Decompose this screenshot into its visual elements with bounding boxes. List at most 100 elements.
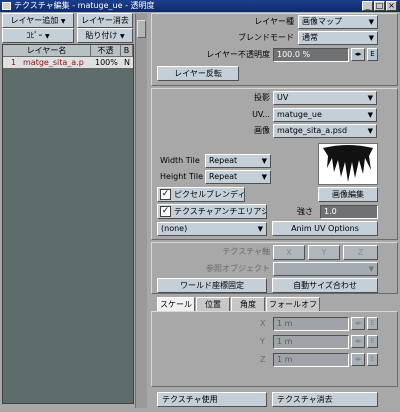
layer-opacity: 100%	[95, 58, 118, 67]
auto-size-button[interactable]: 自動サイズ合わせ	[272, 278, 378, 293]
uv-value: matuge_ue	[277, 110, 322, 119]
texture-antialiasing-label: テクスチャアンチエリアシング	[174, 207, 266, 216]
dropdown-arrow-icon: ▼	[257, 225, 263, 233]
column-header-blend[interactable]: B	[121, 45, 133, 56]
scale-y-field[interactable]: 1 m	[273, 335, 349, 349]
minimize-button[interactable]: _	[362, 1, 373, 11]
blend-mode-label: ブレンドモード	[238, 33, 294, 42]
height-tile-label: Height Tile	[160, 172, 203, 181]
app-icon	[2, 2, 11, 10]
strength-label: 強さ	[297, 207, 313, 216]
height-tile-value: Repeat	[209, 172, 238, 181]
envelope-arrows-icon[interactable]: ◂▸	[351, 48, 365, 61]
texture-antialiasing-toggle[interactable]: テクスチャアンチエリアシング	[157, 204, 267, 219]
layer-type-select[interactable]: 画像マップ ▼	[298, 15, 378, 29]
dropdown-arrow-icon: ▼	[368, 34, 374, 42]
copy-button[interactable]: ｺﾋﾟｰ ▼	[2, 28, 74, 43]
uv-label: UV...	[252, 110, 270, 119]
layer-row[interactable]: 1 matge_sita_a.p 100% N	[3, 57, 133, 68]
maximize-button[interactable]: □	[374, 1, 385, 11]
envelope-arrows-icon[interactable]: ◂▸	[351, 317, 365, 330]
tab-rotation[interactable]: 角度	[231, 297, 265, 311]
paste-label: 貼り付け	[85, 31, 118, 40]
projection-select[interactable]: UV ▼	[273, 91, 377, 105]
height-tile-select[interactable]: Repeat ▼	[205, 170, 271, 184]
scale-z-field[interactable]: 1 m	[273, 353, 349, 367]
panel-splitter-scrollbar[interactable]	[135, 14, 147, 408]
scale-y-label: Y	[260, 337, 265, 346]
delete-texture-button[interactable]: テクスチャ消去	[272, 392, 378, 407]
paste-button[interactable]: 貼り付け ▼	[77, 28, 133, 43]
dropdown-arrow-icon: ▼	[368, 265, 374, 273]
envelope-button[interactable]: E	[367, 335, 378, 348]
layer-name: matge_sita_a.p	[23, 58, 84, 67]
layer-list[interactable]: レイヤー名 不透 B 1 matge_sita_a.p 100% N	[2, 44, 134, 404]
scale-x-field[interactable]: 1 m	[273, 317, 349, 331]
layer-blend: N	[124, 58, 130, 67]
delete-layer-button[interactable]: レイヤー消去	[77, 13, 133, 28]
anim-uv-options-button[interactable]: Anim UV Options	[272, 221, 378, 236]
layer-opacity-field[interactable]: 100.0 %	[273, 48, 349, 62]
reference-object-select[interactable]: ▼	[273, 262, 378, 276]
dropdown-arrow-icon: ▼	[44, 33, 50, 40]
none-value: (none)	[161, 224, 188, 233]
eyelash-image-thumbnail	[323, 145, 373, 182]
texture-axis-label: テクスチャ軸	[222, 247, 270, 256]
axis-y-button[interactable]: Y	[308, 245, 340, 260]
world-coordinates-button[interactable]: ワールド座標固定	[157, 278, 267, 293]
use-texture-button[interactable]: テクスチャ使用	[157, 392, 267, 407]
scale-x-label: X	[260, 319, 266, 328]
tab-scale[interactable]: スケール	[157, 297, 195, 311]
edit-image-button[interactable]: 画像編集	[318, 187, 378, 202]
envelope-button[interactable]: E	[367, 48, 378, 61]
envelope-button[interactable]: E	[367, 317, 378, 330]
dropdown-arrow-icon: ▼	[367, 94, 373, 102]
axis-x-button[interactable]: X	[273, 245, 305, 260]
envelope-button[interactable]: E	[367, 353, 378, 366]
image-label: 画像	[254, 126, 270, 135]
image-preview	[318, 143, 378, 185]
layer-type-value: 画像マップ	[302, 17, 342, 26]
envelope-arrows-icon[interactable]: ◂▸	[351, 335, 365, 348]
add-layer-label: レイヤー追加	[10, 16, 59, 25]
layer-type-label: レイヤー種	[254, 17, 294, 26]
dropdown-arrow-icon: ▼	[119, 33, 125, 40]
uv-select[interactable]: matuge_ue ▼	[273, 108, 377, 122]
reference-object-label: 参照オブジェクト	[206, 264, 270, 273]
dropdown-arrow-icon: ▼	[261, 173, 267, 181]
texture-editor-window: テクスチャ編集 - matuge_ue - 透明度 _ □ × レイヤー追加 ▼…	[0, 0, 400, 412]
width-tile-label: Width Tile	[160, 156, 200, 165]
window-title: テクスチャ編集 - matuge_ue - 透明度	[14, 1, 155, 10]
title-bar[interactable]: テクスチャ編集 - matuge_ue - 透明度	[0, 0, 400, 12]
projection-label: 投影	[254, 93, 270, 102]
scrollbar-thumb[interactable]	[137, 20, 146, 38]
tab-position[interactable]: 位置	[196, 297, 230, 311]
layer-number: 1	[11, 58, 17, 67]
dropdown-arrow-icon: ▼	[367, 127, 373, 135]
scale-z-label: Z	[260, 355, 266, 364]
blend-mode-select[interactable]: 通常 ▼	[298, 31, 378, 45]
pixel-blending-label: ピクセルブレンディング	[174, 190, 245, 199]
pixel-blending-checkbox[interactable]: ✓	[160, 189, 171, 200]
width-tile-value: Repeat	[209, 156, 238, 165]
texture-antialiasing-checkbox[interactable]: ✓	[160, 206, 171, 217]
image-value: matge_sita_a.psd	[277, 126, 348, 135]
projection-value: UV	[277, 93, 289, 102]
axis-z-button[interactable]: Z	[343, 245, 378, 260]
dropdown-arrow-icon: ▼	[60, 18, 66, 25]
dropdown-arrow-icon: ▼	[367, 111, 373, 119]
dropdown-arrow-icon: ▼	[261, 157, 267, 165]
column-header-name[interactable]: レイヤー名	[3, 45, 91, 56]
envelope-arrows-icon[interactable]: ◂▸	[351, 353, 365, 366]
tab-falloff[interactable]: フォールオフ	[266, 297, 320, 311]
strength-field[interactable]: 1.0	[320, 205, 378, 219]
dropdown-arrow-icon: ▼	[368, 18, 374, 26]
column-header-opacity[interactable]: 不透	[91, 45, 121, 56]
add-layer-button[interactable]: レイヤー追加 ▼	[2, 13, 74, 28]
close-button[interactable]: ×	[386, 1, 397, 11]
width-tile-select[interactable]: Repeat ▼	[205, 154, 271, 168]
invert-layer-button[interactable]: レイヤー反転	[157, 66, 239, 81]
image-select[interactable]: matge_sita_a.psd ▼	[273, 124, 377, 138]
blend-mode-value: 通常	[302, 33, 318, 42]
none-select[interactable]: (none) ▼	[157, 222, 267, 236]
